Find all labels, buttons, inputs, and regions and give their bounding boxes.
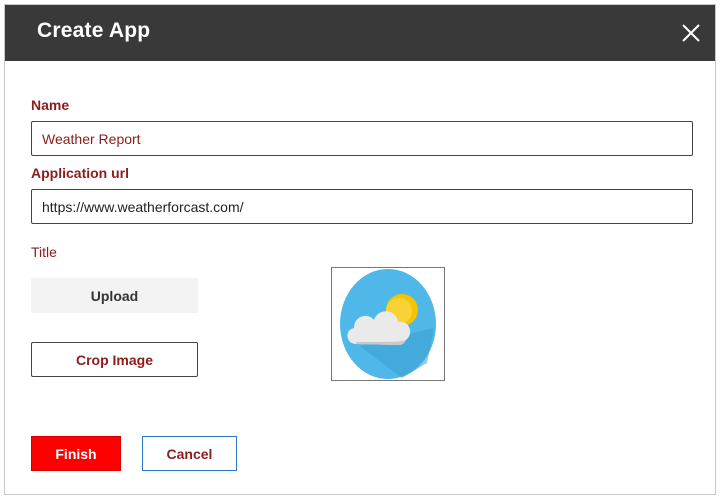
dialog-header: Create App — [5, 5, 715, 61]
close-icon[interactable] — [679, 21, 703, 45]
application-url-label: Application url — [31, 165, 129, 181]
create-app-dialog: Create App Name Application url Title Up… — [4, 4, 716, 495]
application-url-input[interactable] — [31, 189, 693, 224]
name-input[interactable] — [31, 121, 693, 156]
weather-cloud-sun-icon — [340, 269, 436, 379]
cancel-button[interactable]: Cancel — [142, 436, 237, 471]
upload-button[interactable]: Upload — [31, 278, 198, 313]
title-label: Title — [31, 244, 57, 260]
dialog-title: Create App — [37, 19, 151, 42]
name-label: Name — [31, 97, 70, 113]
image-preview — [331, 267, 445, 381]
crop-image-button[interactable]: Crop Image — [31, 342, 198, 377]
finish-button[interactable]: Finish — [31, 436, 121, 471]
